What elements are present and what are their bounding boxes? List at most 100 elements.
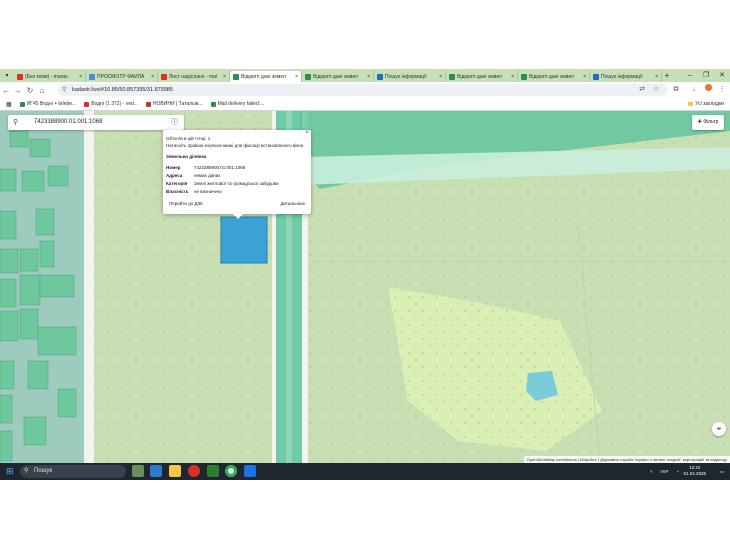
language-indicator[interactable]: УКР [660,463,668,480]
tab-favicon-icon [161,73,167,80]
apps-grid-icon[interactable]: ▦ [6,101,12,108]
popup-row: Категорія Землі житлової та громадської з… [166,181,279,186]
tray-arrow-icon[interactable]: ˄ [650,463,653,480]
browser-tab[interactable]: Відкриті дані земел × [446,71,518,82]
bookmark-2[interactable]: Водні (1 372) - ved... [84,101,138,107]
browser-tab[interactable]: Відкриті дані земел × [518,71,590,82]
excel-icon[interactable] [207,465,219,477]
popup-row-value: немає даних [194,173,221,178]
tab-close-icon[interactable]: × [509,74,514,80]
tab-favicon-icon [305,73,311,80]
taskbar-search[interactable]: ⚲ Пошук [20,465,126,478]
bookmark-4[interactable]: Mail delivery failed:... [210,101,264,107]
popup-row-key: Номер [166,165,181,170]
bookmark-3[interactable]: НОВИНИ | Татальів... [145,101,203,107]
search-icon: ⚲ [24,468,29,474]
tab-close-icon[interactable]: × [653,74,658,80]
popup-count: Об'єктів в цій точці: 1 [166,136,211,141]
taskbar: ⊞ ⚲ Пошук ˄ УКР ◔ 12:22 01.04.2025 ▭ [0,463,730,480]
browser-tab[interactable]: Відкриті дані земел × [302,71,374,82]
tab-close-icon[interactable]: × [581,74,586,80]
crosshair-icon: ⌖ [716,424,722,433]
start-windows-icon[interactable]: ⊞ [6,466,14,477]
browser-tab[interactable]: Пошук інформації × [374,71,446,82]
bookmarks-bar: ▦ ИГ45 Водні + telebe... Водні (1 372) -… [0,98,730,111]
tab-title: Лист надіслано - mai [169,73,218,80]
tab-favicon-icon [89,73,95,80]
clock-date: 01.04.2025 [683,471,706,476]
map-layers [0,111,730,463]
search-box[interactable]: ⚲ 7423388900:01:001:1068 ⓘ [8,115,184,130]
map-attribution: OpenStreetMap contributors | MapLibre | … [523,456,730,463]
bookmark-favicon-icon [19,101,25,107]
bookmark-label: Водні (1 372) - ved... [91,101,138,107]
back-icon[interactable]: ← [0,86,12,95]
bookmark-label: ИГ45 Водні + telebe... [26,101,77,107]
popup-close-icon[interactable]: × [305,130,309,136]
tab-search-button[interactable]: ▾ [0,72,14,79]
menu-icon[interactable]: ⋮ [716,82,728,98]
bookmark-favicon-icon [84,101,90,107]
parcel-popup: × Об'єктів в цій точці: 1 Натисніть прав… [163,130,311,219]
tab-favicon-icon [377,73,383,80]
clock[interactable]: 12:22 01.04.2025 [683,465,706,477]
tab-close-icon[interactable]: × [365,74,370,80]
maximize-icon[interactable]: ❐ [698,69,714,82]
extensions-icon[interactable]: ⧉ [670,82,682,98]
popup-tail [233,214,243,219]
bookmark-favicon-icon [145,101,151,107]
browser-tab[interactable]: Лист надіслано - mai × [158,71,230,82]
home-icon[interactable]: ⌂ [36,86,48,95]
chrome-icon[interactable] [225,465,237,477]
selected-parcel[interactable] [220,216,268,264]
translate-icon[interactable]: ⇄ [636,82,648,98]
popup-row-key: Адреса [166,173,183,178]
widgets-icon[interactable] [132,465,144,477]
browser-tab[interactable]: Пошук інформації × [590,71,662,82]
bookmark-star-icon[interactable]: ☆ [650,82,662,98]
opera-icon[interactable] [188,465,200,477]
notifications-icon[interactable]: ▭ [720,463,724,480]
tab-close-icon[interactable]: × [149,74,154,80]
tab-close-icon[interactable]: × [437,74,442,80]
file-explorer-icon[interactable] [169,465,181,477]
browser-tab[interactable]: (Без теми) - maran × [14,71,86,82]
tab-title: (Без теми) - maran [25,73,68,80]
edge-icon[interactable] [150,465,162,477]
popup-hint: Натисніть правою кнопкою миші для фіксац… [166,143,304,148]
map-canvas[interactable]: ⚲ 7423388900:01:001:1068 ⓘ ✚ Фільтр × Об… [0,111,730,463]
search-input[interactable]: 7423388900:01:001:1068 [34,119,102,125]
details-link[interactable]: Детальніше [281,201,305,206]
all-bookmarks[interactable]: Усі закладки [688,101,724,107]
close-window-icon[interactable]: ✕ [714,69,730,82]
tab-close-icon[interactable]: × [221,74,226,80]
site-info-icon[interactable]: ⚲ [62,84,66,96]
tab-close-icon[interactable]: × [77,74,82,80]
minimize-icon[interactable]: – [682,69,698,82]
profile-icon[interactable] [702,82,714,98]
new-tab-button[interactable]: + [662,71,672,80]
forward-icon[interactable]: → [12,86,24,95]
tab-close-icon[interactable]: × [293,74,298,80]
url-input[interactable]: ⚲ kadastr.live/#16.85/50.857395/31.87998… [58,84,668,96]
download-icon[interactable]: ↓ [688,82,700,98]
tab-title: Пошук інформації [601,73,643,80]
info-icon[interactable]: ⓘ [171,115,178,130]
geolocate-button[interactable]: ⌖ [712,422,726,436]
filter-button[interactable]: ✚ Фільтр [692,115,724,130]
popup-row-value: Землі житлової та громадської забудови [194,181,279,186]
browser-icon[interactable] [244,465,256,477]
screen: ▾ (Без теми) - maran × ПРОСМОТР ФАЙЛА × Лист… [0,69,730,480]
browser-tab[interactable]: Відкриті дані земел × [230,71,302,82]
folder-icon [688,102,694,106]
search-icon[interactable]: ⚲ [13,115,18,130]
popup-row: Власність не визначено [166,189,222,194]
bookmark-1[interactable]: ИГ45 Водні + telebe... [19,101,77,107]
dzk-link[interactable]: Перейти до ДЗК [169,201,203,206]
browser-tab[interactable]: ПРОСМОТР ФАЙЛА × [86,71,158,82]
tab-favicon-icon [449,73,455,80]
network-icon[interactable]: ◔ [676,463,679,480]
reload-icon[interactable]: ↻ [24,86,36,95]
popup-row-key: Категорія [166,181,188,186]
tab-title: Пошук інформації [385,73,427,80]
